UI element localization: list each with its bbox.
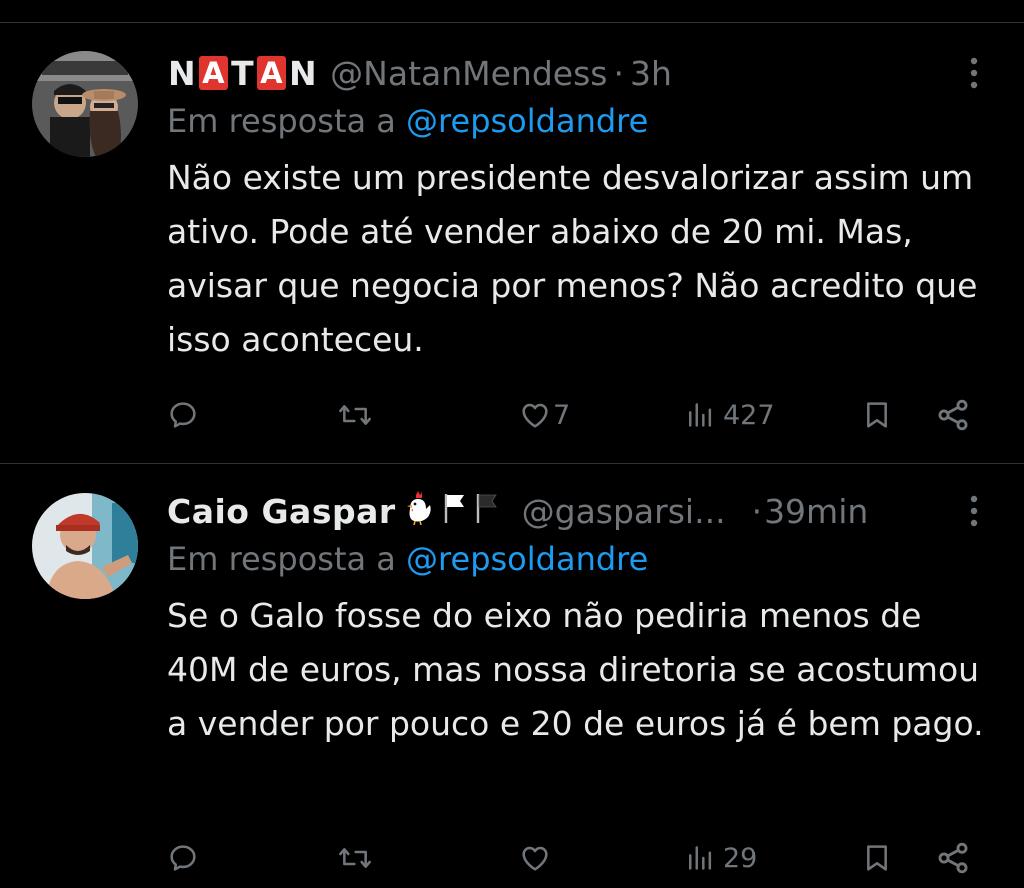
tweet-header: N A T A N @NatanMendess · 3h [167,51,994,95]
name-letter: N [168,53,197,93]
name-letter-badge: A [199,56,229,90]
retweet-icon [339,405,371,425]
view-count: 29 [723,842,758,874]
reply-context: Em resposta a @repsoldandre [167,99,994,143]
share-icon [938,399,968,431]
display-name[interactable]: Caio Gaspar [167,489,500,533]
bookmark-icon [867,845,887,871]
heart-icon [522,403,548,428]
like-count: 7 [553,399,571,431]
views-button[interactable]: 29 [685,833,757,883]
share-button[interactable] [935,390,971,440]
timestamp[interactable]: 3h [630,54,672,93]
tweet[interactable]: Caio Gaspar @gasparsi... · 39min Em resp… [0,465,1024,888]
display-name[interactable]: N A T A N [167,54,318,93]
reply-icon [170,402,196,428]
reply-context: Em resposta a @repsoldandre [167,537,994,581]
reply-prefix: Em resposta a [167,102,396,140]
reply-icon [170,845,196,871]
tweet-text: Se o Galo fosse do eixo não pediria meno… [167,596,984,743]
tweet-text: Não existe um presidente desvalorizar as… [167,158,978,359]
retweet-button[interactable] [337,390,373,440]
tweet-content: Caio Gaspar @gasparsi... · 39min Em resp… [167,489,994,751]
more-options-icon[interactable] [962,489,986,533]
bookmark-button[interactable] [861,390,893,440]
black-flag-emoji-icon [474,490,500,532]
share-button[interactable] [935,833,971,883]
chicken-emoji-icon [402,489,436,533]
display-name-text: Caio Gaspar [167,491,396,531]
tweet-content: N A T A N @NatanMendess · 3h Em resposta… [167,51,994,367]
retweet-icon [339,848,371,868]
name-letter-badge: A [257,56,287,90]
more-options-icon[interactable] [962,51,986,95]
tweet[interactable]: N A T A N @NatanMendess · 3h Em resposta… [0,23,1024,464]
bookmark-icon [867,402,887,428]
reply-button[interactable] [167,390,199,440]
timestamp[interactable]: 39min [764,492,868,531]
reply-mention-link[interactable]: @repsoldandre [406,102,648,140]
analytics-icon [688,403,712,427]
avatar[interactable] [32,493,138,599]
white-flag-emoji-icon [442,490,468,532]
bookmark-button[interactable] [861,833,893,883]
like-button[interactable]: 7 [519,390,570,440]
views-button[interactable]: 427 [685,390,775,440]
share-icon [938,842,968,874]
view-count: 427 [723,399,775,431]
reply-mention-link[interactable]: @repsoldandre [406,540,648,578]
avatar[interactable] [32,51,138,157]
reply-button[interactable] [167,833,199,883]
analytics-icon [688,846,712,870]
name-letter: N [289,53,318,93]
name-letter: T [231,53,255,93]
tweet-header: Caio Gaspar @gasparsi... · 39min [167,489,994,533]
tweet-actions: 7 427 [167,390,977,440]
separator-dot: · [751,491,763,531]
tweet-actions: 29 [167,833,977,883]
retweet-button[interactable] [337,833,373,883]
separator-dot: · [613,53,624,93]
like-button[interactable] [519,833,553,883]
reply-prefix: Em resposta a [167,540,396,578]
user-handle[interactable]: @gasparsi... [522,492,726,531]
heart-icon [522,846,548,871]
user-handle[interactable]: @NatanMendess [330,54,607,93]
